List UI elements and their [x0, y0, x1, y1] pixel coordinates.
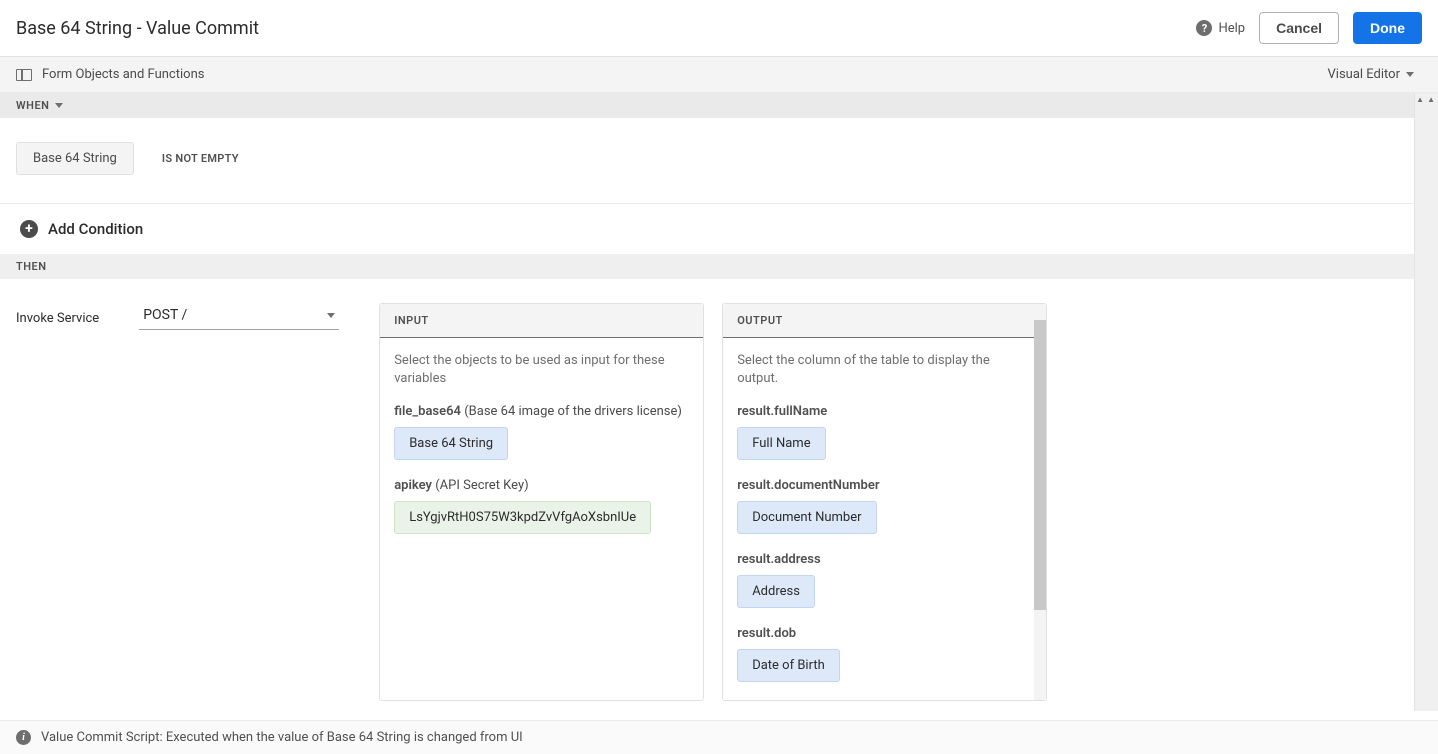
output-field-name: result.dob: [737, 626, 796, 641]
action-row: Invoke Service POST /: [16, 303, 339, 330]
output-field: result.dob Date of Birth: [737, 626, 1026, 682]
service-dropdown[interactable]: POST /: [139, 303, 339, 330]
input-field: apikey (API Secret Key) LsYgjvRtH0S75W3k…: [394, 478, 689, 534]
output-field-token[interactable]: Full Name: [737, 427, 825, 460]
output-field-label: result.dob: [737, 626, 1026, 641]
plus-icon: +: [20, 220, 38, 238]
cancel-button[interactable]: Cancel: [1259, 12, 1339, 44]
panel-icon: [16, 69, 32, 81]
then-label: THEN: [16, 260, 47, 273]
help-link[interactable]: ? Help: [1196, 20, 1245, 36]
output-panel-body: result.fullName Full Name result.documen…: [723, 394, 1046, 700]
page-header: Base 64 String - Value Commit ? Help Can…: [0, 0, 1438, 57]
output-field-label: result.fullName: [737, 404, 1026, 419]
when-operator[interactable]: IS NOT EMPTY: [162, 152, 239, 165]
footer-infobar: i Value Commit Script: Executed when the…: [0, 720, 1438, 754]
output-field-token[interactable]: Document Number: [737, 501, 876, 534]
when-label: WHEN: [16, 99, 49, 112]
output-field-name: result.documentNumber: [737, 478, 879, 493]
info-icon: i: [16, 730, 31, 745]
input-field: file_base64 (Base 64 image of the driver…: [394, 404, 689, 460]
input-field-desc: (API Secret Key): [435, 478, 528, 493]
output-field-token[interactable]: Address: [737, 575, 815, 608]
when-body: Base 64 String IS NOT EMPTY: [0, 118, 1414, 204]
action-type-label: Invoke Service: [16, 307, 99, 326]
add-condition-button[interactable]: + Add Condition: [0, 204, 1414, 254]
input-panel-hint: Select the objects to be used as input f…: [380, 338, 703, 394]
scroll-arrow-icon: ▲: [1427, 95, 1435, 104]
output-field: result.documentNumber Document Number: [737, 478, 1026, 534]
form-objects-label: Form Objects and Functions: [42, 67, 204, 82]
editor-mode-dropdown[interactable]: Visual Editor: [1328, 67, 1422, 82]
output-field-name: result.fullName: [737, 404, 827, 419]
footer-text: Value Commit Script: Executed when the v…: [41, 730, 523, 745]
output-field-name: result.address: [737, 552, 820, 567]
chevron-down-icon: [327, 313, 335, 318]
then-body: Invoke Service POST / INPUT Select the o…: [0, 279, 1414, 711]
input-panel-body: file_base64 (Base 64 image of the driver…: [380, 394, 703, 552]
output-scrollbar[interactable]: [1034, 304, 1046, 700]
scroll-arrow-icon: ▲: [1416, 95, 1424, 104]
input-field-token[interactable]: LsYgjvRtH0S75W3kpdZvVfgAoXsbnIUe: [394, 501, 651, 534]
chevron-down-icon: [55, 103, 63, 108]
header-actions: ? Help Cancel Done: [1196, 12, 1422, 44]
help-label: Help: [1218, 21, 1245, 36]
toolbar: Form Objects and Functions Visual Editor: [0, 57, 1438, 93]
output-field: result.fullName Full Name: [737, 404, 1026, 460]
input-field-label: apikey (API Secret Key): [394, 478, 689, 493]
page-title: Base 64 String - Value Commit: [16, 18, 259, 39]
add-condition-label: Add Condition: [48, 220, 143, 238]
form-objects-toggle[interactable]: Form Objects and Functions: [16, 67, 204, 82]
input-field-name: apikey: [394, 478, 432, 493]
output-field-label: result.address: [737, 552, 1026, 567]
when-section-header[interactable]: WHEN: [0, 93, 1414, 118]
output-field-token[interactable]: Date of Birth: [737, 649, 840, 682]
input-field-token[interactable]: Base 64 String: [394, 427, 508, 460]
io-panels: INPUT Select the objects to be used as i…: [379, 303, 1047, 701]
outer-scrollbar[interactable]: ▲ ▲: [1414, 93, 1438, 711]
input-panel: INPUT Select the objects to be used as i…: [379, 303, 704, 701]
rule-editor-scroll[interactable]: WHEN Base 64 String IS NOT EMPTY + Add C…: [0, 93, 1414, 711]
scrollbar-thumb[interactable]: [1034, 320, 1046, 610]
help-icon: ?: [1196, 20, 1212, 36]
output-panel: OUTPUT Select the column of the table to…: [722, 303, 1047, 701]
when-subject-chip[interactable]: Base 64 String: [16, 142, 134, 175]
output-field: result.address Address: [737, 552, 1026, 608]
done-button[interactable]: Done: [1353, 12, 1422, 44]
input-field-name: file_base64: [394, 404, 461, 419]
service-value: POST /: [143, 307, 187, 323]
chevron-down-icon: [1406, 72, 1414, 77]
input-field-desc: (Base 64 image of the drivers license): [464, 404, 682, 419]
output-panel-header: OUTPUT: [723, 304, 1046, 338]
input-panel-header: INPUT: [380, 304, 703, 338]
editor-mode-label: Visual Editor: [1328, 67, 1400, 82]
input-field-label: file_base64 (Base 64 image of the driver…: [394, 404, 689, 419]
output-field-label: result.documentNumber: [737, 478, 1026, 493]
then-section-header: THEN: [0, 254, 1414, 279]
output-panel-hint: Select the column of the table to displa…: [723, 338, 1046, 394]
content-wrapper: WHEN Base 64 String IS NOT EMPTY + Add C…: [0, 93, 1438, 711]
